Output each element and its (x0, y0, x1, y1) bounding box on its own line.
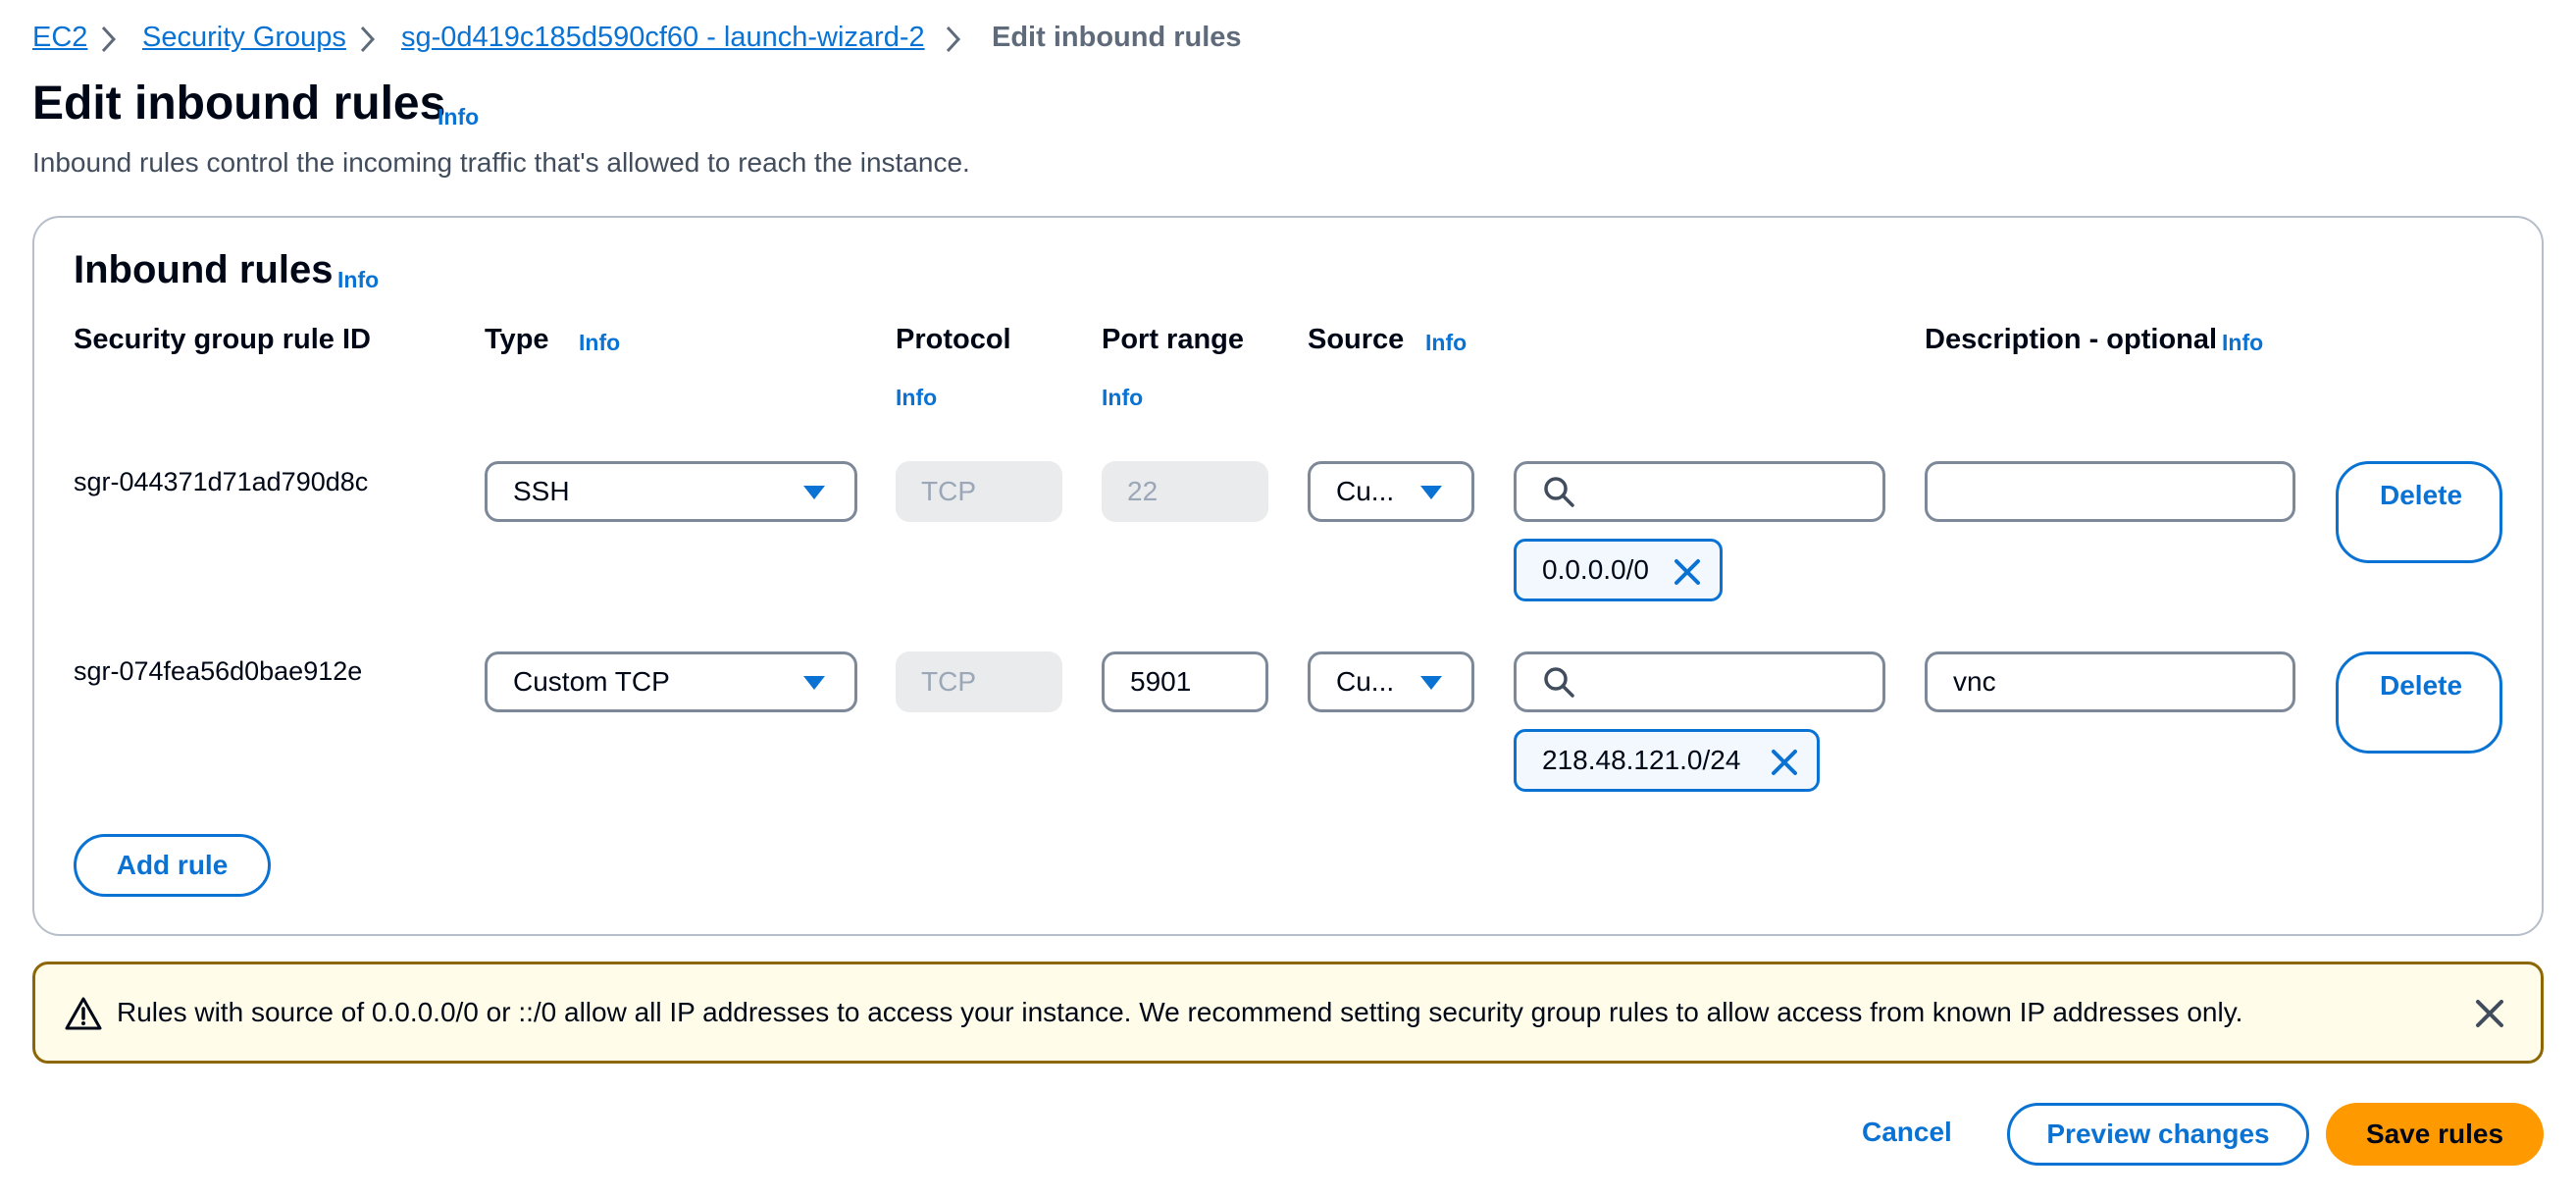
close-icon[interactable] (2472, 996, 2507, 1031)
chevron-right-icon (360, 26, 376, 53)
page-description: Inbound rules control the incoming traff… (32, 147, 970, 178)
column-header-port-range: Port range (1102, 324, 1245, 355)
caret-down-icon (1420, 676, 1442, 690)
description-value: vnc (1953, 666, 1996, 697)
protocol-value: TCP (921, 476, 976, 506)
warning-text: Rules with source of 0.0.0.0/0 or ::/0 a… (117, 997, 2243, 1027)
protocol-field: TCP (896, 461, 1062, 522)
description-info-link[interactable]: Info (2222, 330, 2263, 356)
source-cidr-value: 0.0.0.0/0 (1542, 554, 1649, 585)
type-select[interactable]: SSH (485, 461, 857, 522)
protocol-value: TCP (921, 666, 976, 697)
source-cidr-token: 0.0.0.0/0 (1514, 539, 1723, 601)
caret-down-icon (803, 486, 825, 499)
caret-down-icon (1420, 486, 1442, 499)
rule-id: sgr-074fea56d0bae912e (74, 656, 363, 686)
close-icon[interactable] (1671, 555, 1704, 589)
page-title: Edit inbound rules (32, 78, 446, 130)
port-range-value: 22 (1127, 476, 1159, 506)
source-cidr-value: 218.48.121.0/24 (1542, 745, 1741, 775)
breadcrumb-current: Edit inbound rules (992, 22, 1242, 53)
page-info-link[interactable]: Info (438, 104, 479, 130)
description-input[interactable] (1925, 461, 2295, 522)
source-type-select[interactable]: Cu... (1308, 651, 1474, 712)
warning-alert: Rules with source of 0.0.0.0/0 or ::/0 a… (32, 962, 2544, 1064)
cancel-button[interactable]: Cancel (1862, 1117, 1952, 1148)
description-input[interactable]: vnc (1925, 651, 2295, 712)
chevron-right-icon (946, 26, 961, 53)
type-select[interactable]: Custom TCP (485, 651, 857, 712)
source-type-value: Cu... (1336, 476, 1395, 506)
save-rules-button[interactable]: Save rules (2326, 1103, 2544, 1166)
column-header-protocol: Protocol (896, 324, 1011, 355)
source-info-link[interactable]: Info (1425, 330, 1467, 356)
protocol-field: TCP (896, 651, 1062, 712)
protocol-info-link[interactable]: Info (896, 385, 937, 411)
port-range-value: 5901 (1130, 666, 1192, 697)
port-range-field: 22 (1102, 461, 1268, 522)
column-header-description: Description - optional (1925, 324, 2218, 355)
source-cidr-token: 218.48.121.0/24 (1514, 729, 1820, 792)
source-type-select[interactable]: Cu... (1308, 461, 1474, 522)
search-icon (1544, 667, 1574, 698)
port-range-info-link[interactable]: Info (1102, 385, 1143, 411)
close-icon[interactable] (1768, 746, 1801, 779)
panel-info-link[interactable]: Info (337, 267, 379, 293)
column-header-type: Type (485, 324, 549, 355)
add-rule-button[interactable]: Add rule (74, 834, 271, 897)
search-icon (1544, 477, 1574, 507)
caret-down-icon (803, 676, 825, 690)
type-info-link[interactable]: Info (579, 330, 620, 356)
delete-rule-button[interactable]: Delete (2336, 651, 2502, 754)
type-select-value: Custom TCP (513, 666, 670, 697)
delete-rule-button[interactable]: Delete (2336, 461, 2502, 563)
column-header-source: Source (1308, 324, 1405, 355)
chevron-right-icon (101, 26, 117, 53)
port-range-input[interactable]: 5901 (1102, 651, 1268, 712)
warning-icon (65, 997, 102, 1030)
preview-changes-button[interactable]: Preview changes (2007, 1103, 2309, 1166)
source-search-input[interactable] (1514, 461, 1885, 522)
source-type-value: Cu... (1336, 666, 1395, 697)
type-select-value: SSH (513, 476, 570, 506)
panel-title: Inbound rules (74, 248, 334, 291)
breadcrumb-security-group[interactable]: sg-0d419c185d590cf60 - launch-wizard-2 (401, 22, 925, 54)
column-header-rule-id: Security group rule ID (74, 324, 371, 355)
breadcrumb-ec2[interactable]: EC2 (32, 22, 87, 54)
rule-id: sgr-044371d71ad790d8c (74, 467, 369, 496)
source-search-input[interactable] (1514, 651, 1885, 712)
breadcrumb-security-groups[interactable]: Security Groups (142, 22, 346, 54)
